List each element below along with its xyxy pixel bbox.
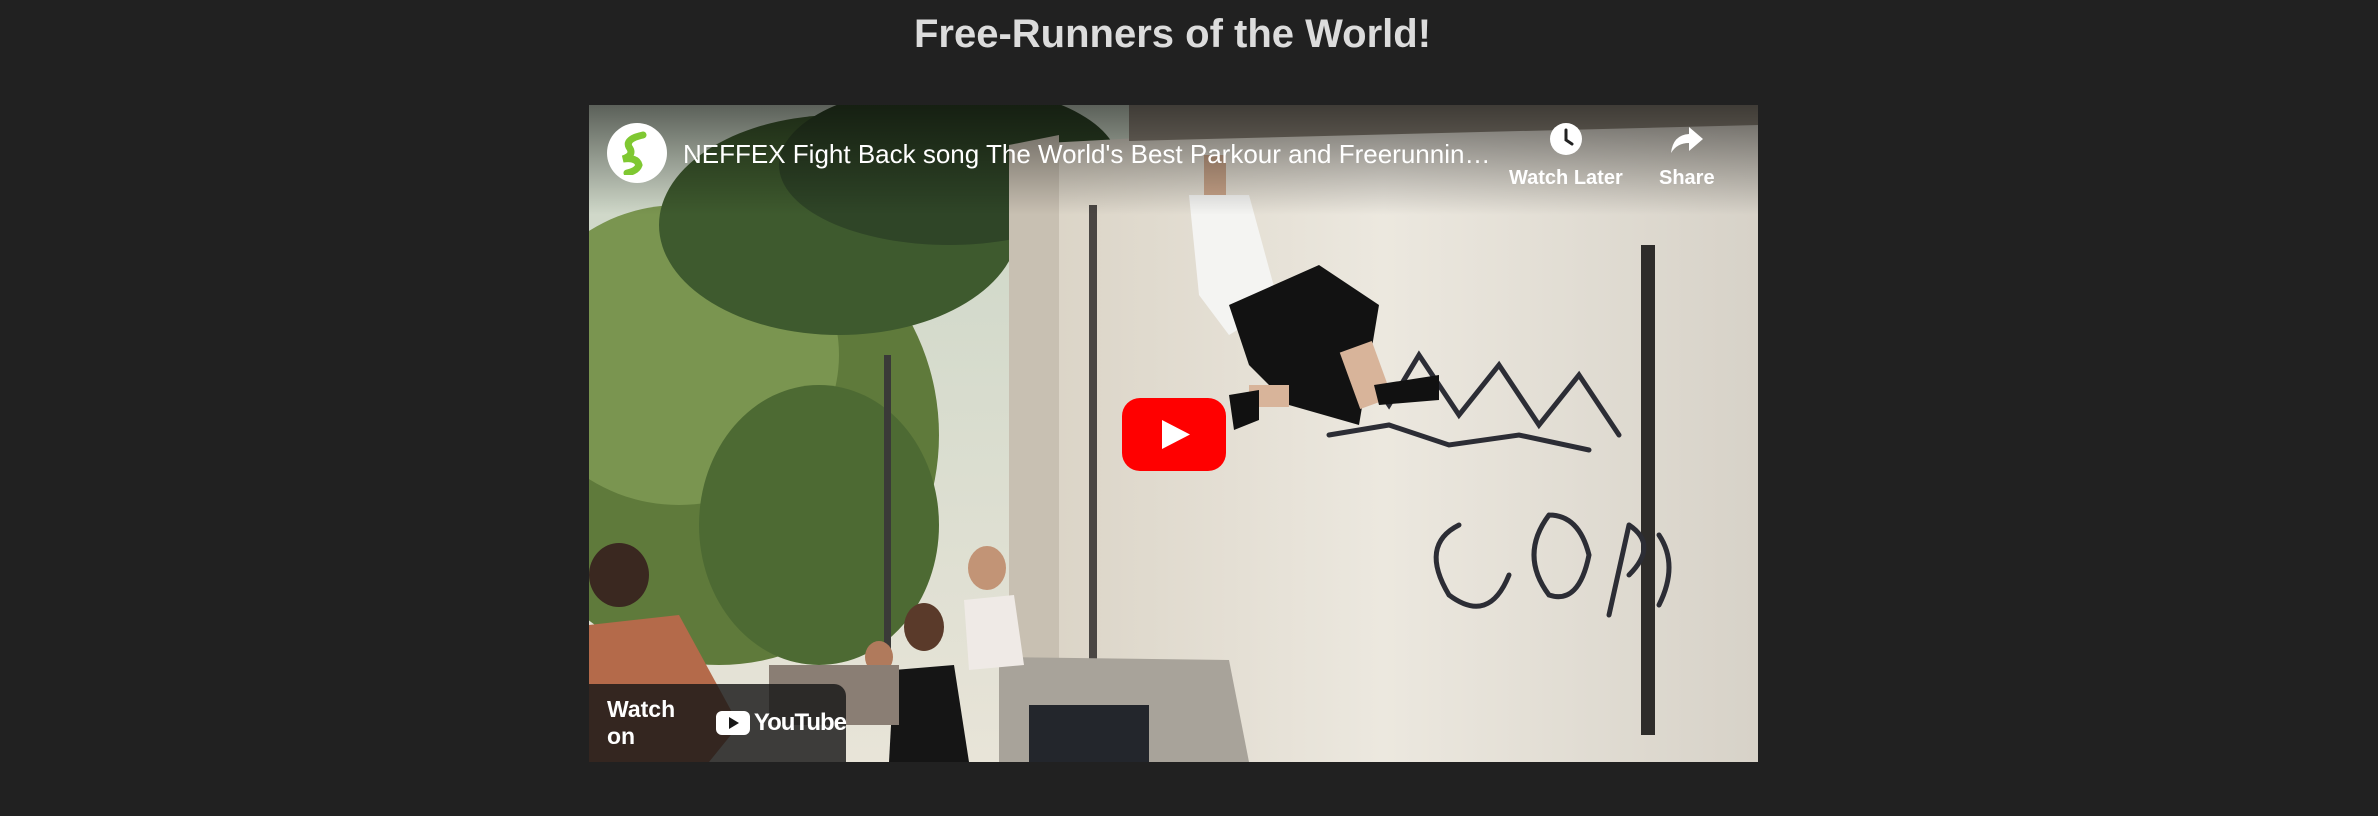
watch-later-label: Watch Later <box>1509 167 1623 189</box>
share-button[interactable]: Share <box>1659 119 1715 190</box>
watch-later-button[interactable]: Watch Later <box>1509 119 1623 190</box>
channel-avatar[interactable] <box>607 123 667 183</box>
page-title: Free-Runners of the World! <box>913 12 1432 56</box>
clock-icon <box>1546 119 1586 159</box>
neffex-logo-icon <box>621 131 647 175</box>
share-label: Share <box>1659 167 1715 189</box>
youtube-logo-icon <box>715 711 750 735</box>
video-title[interactable]: NEFFEX Fight Back song The World's Best … <box>683 138 1493 170</box>
play-icon[interactable] <box>1122 398 1226 471</box>
watch-on-label: Watch on <box>607 696 676 749</box>
youtube-embed-player[interactable]: NEFFEX Fight Back song The World's Best … <box>589 105 1758 762</box>
youtube-wordmark: YouTube <box>753 709 847 736</box>
youtube-logo: YouTube <box>715 709 847 737</box>
share-arrow-icon <box>1667 119 1707 159</box>
watch-on-youtube-button[interactable]: Watch on YouTube <box>589 684 847 762</box>
